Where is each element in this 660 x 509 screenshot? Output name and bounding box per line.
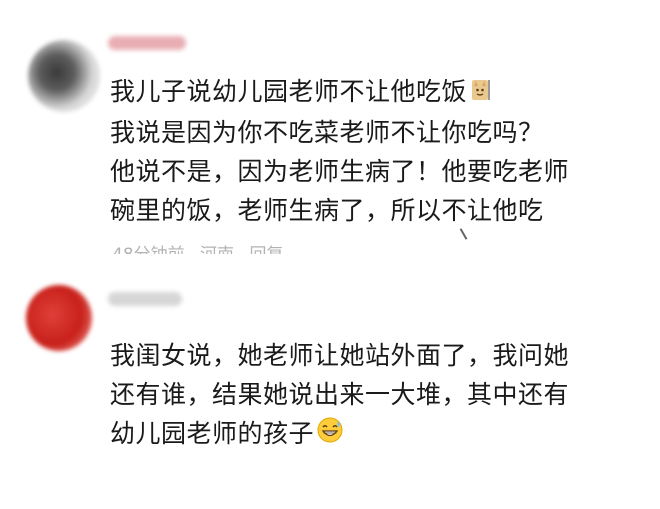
comment-line: 我说是因为你不吃菜老师不让你吃吗？ (110, 117, 544, 147)
comment-line: 我儿子说幼儿园老师不让他吃饭 (110, 72, 569, 113)
cat-emoji-icon (469, 74, 491, 113)
comment-text: 我儿子说幼儿园老师不让他吃饭 我说是因为你不吃菜老师不让你吃吗？ 他说不是，因为… (110, 72, 569, 230)
comment-line: 还有谁，结果她说出来一大堆，其中还有 (110, 380, 570, 409)
comment-meta: 48分钟前 河南 回复 (112, 242, 293, 254)
comment-line: 他说不是，因为老师生病了！他要吃老师 (110, 156, 570, 186)
comment-line: 我闺女说，她老师让她站外面了，我问她 (110, 341, 570, 370)
comment-location: 河南 (200, 245, 234, 254)
comment-time: 48分钟前 (112, 245, 185, 254)
comment-text: 我闺女说，她老师让她站外面了，我问她 还有谁，结果她说出来一大堆，其中还有 幼儿… (110, 336, 569, 455)
comment-line: 碗里的饭，老师生病了，所以不让他吃 (110, 195, 544, 225)
reply-button[interactable]: 回复 (249, 245, 283, 254)
avatar[interactable] (28, 40, 100, 112)
grinning-sweat-emoji-icon (316, 416, 344, 455)
comment-line: 幼儿园老师的孩子 (110, 414, 569, 455)
avatar[interactable] (26, 285, 92, 351)
username-blurred[interactable] (108, 36, 186, 50)
username-blurred[interactable] (108, 292, 182, 306)
